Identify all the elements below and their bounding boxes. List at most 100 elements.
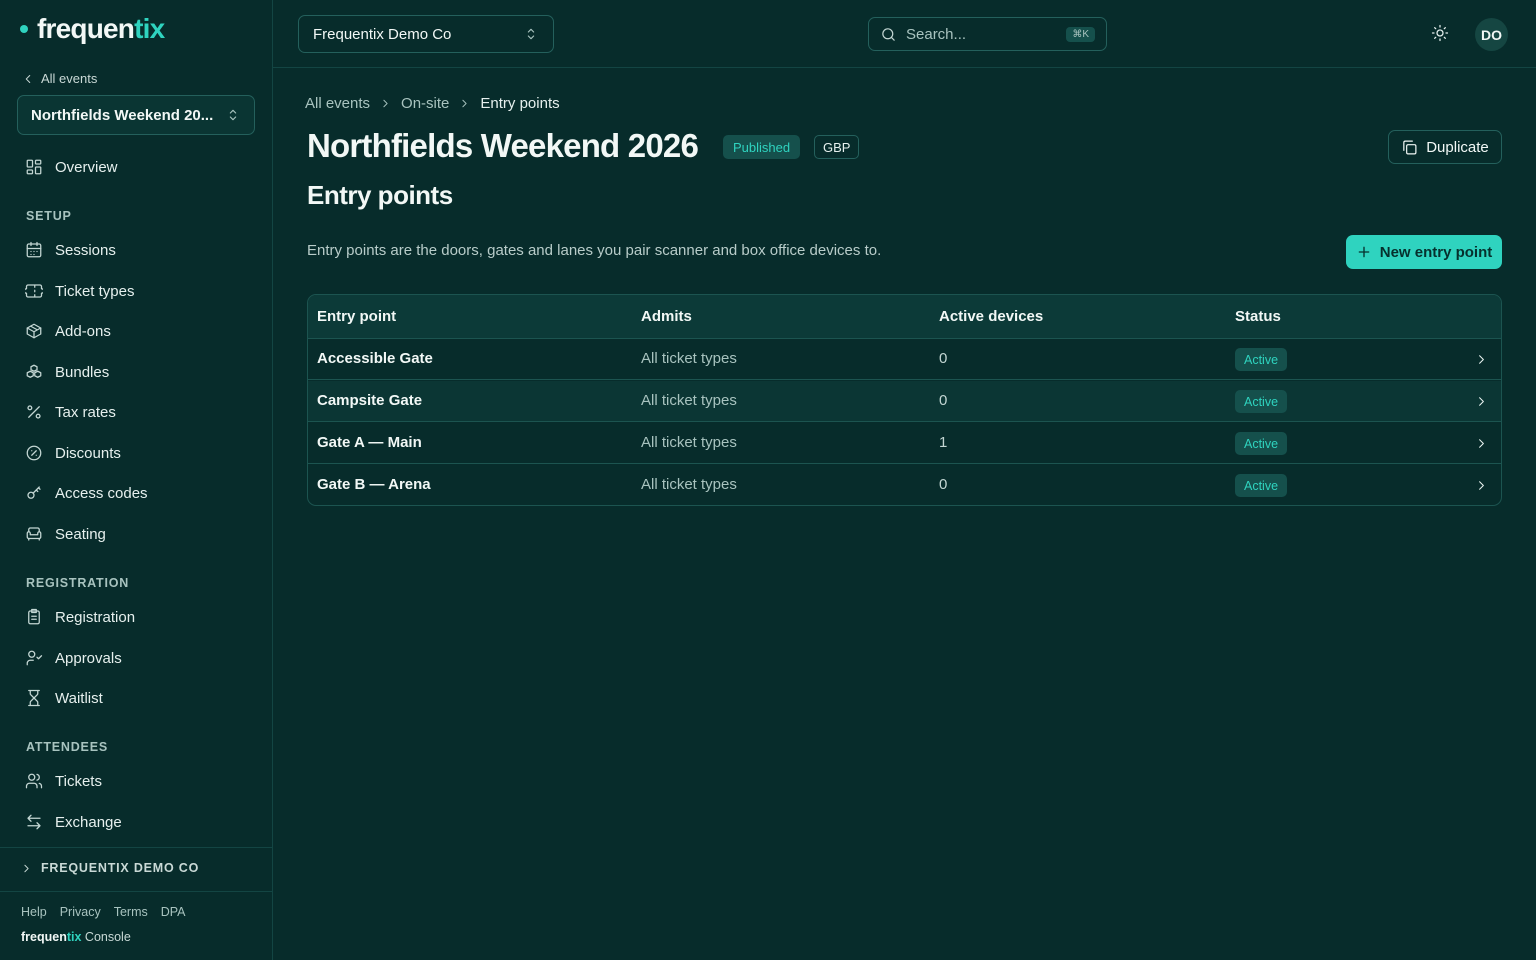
currency-badge: GBP <box>814 135 860 159</box>
status-badge: Active <box>1235 390 1288 413</box>
sidebar-item-sessions[interactable]: Sessions <box>25 241 116 259</box>
divider <box>0 847 272 848</box>
logo-text: frequentix <box>37 13 165 44</box>
organization-selector[interactable]: Frequentix Demo Co <box>298 15 554 53</box>
active-devices-value: 0 <box>939 476 948 493</box>
sidebar-item-seating[interactable]: Seating <box>25 525 106 543</box>
event-selector[interactable]: Northfields Weekend 20... <box>17 95 255 135</box>
back-to-all-events-link[interactable]: All events <box>21 71 97 86</box>
sun-icon <box>1431 24 1449 42</box>
admits-value: All ticket types <box>641 476 737 493</box>
sidebar-item-discounts[interactable]: Discounts <box>25 444 121 462</box>
organization-selector-label: Frequentix Demo Co <box>313 25 452 43</box>
sidebar-item-access-codes[interactable]: Access codes <box>25 484 148 502</box>
divider <box>0 891 272 892</box>
entry-points-table: Entry point Admits Active devices Status… <box>307 294 1502 506</box>
footer-links: Help Privacy Terms DPA <box>21 905 186 919</box>
sidebar-item-label: Tax rates <box>55 403 116 421</box>
clipboard-list-icon <box>28 608 40 625</box>
table-row[interactable]: Accessible Gate All ticket types 0 Activ… <box>308 339 1501 380</box>
column-header-status: Status <box>1235 308 1281 325</box>
nav-heading-registration: REGISTRATION <box>26 576 130 590</box>
event-selector-label: Northfields Weekend 20... <box>31 106 214 124</box>
chevron-right-icon <box>1474 352 1489 367</box>
sidebar-item-waitlist[interactable]: Waitlist <box>25 689 103 707</box>
section-description: Entry points are the doors, gates and la… <box>307 242 882 259</box>
admits-value: All ticket types <box>641 350 737 367</box>
footer-brand: frequentix Console <box>21 930 131 944</box>
badge-percent-icon <box>26 445 42 461</box>
sidebar-item-overview[interactable]: Overview <box>25 158 118 176</box>
sidebar-item-label: Approvals <box>55 649 122 667</box>
armchair-icon <box>26 527 42 541</box>
ticket-icon <box>25 284 43 298</box>
column-header-entry-point: Entry point <box>317 308 397 325</box>
user-check-icon <box>26 650 43 666</box>
sidebar-item-registration[interactable]: Registration <box>25 608 135 626</box>
active-devices-value: 0 <box>939 350 948 367</box>
user-avatar[interactable]: DO <box>1475 18 1508 51</box>
sidebar-item-tickets[interactable]: Tickets <box>25 772 102 790</box>
hourglass-icon <box>28 689 40 707</box>
duplicate-button[interactable]: Duplicate <box>1388 130 1502 164</box>
sidebar-item-label: Registration <box>55 608 136 626</box>
status-badge: Active <box>1235 474 1288 497</box>
column-header-admits: Admits <box>641 308 692 325</box>
breadcrumb-item-all-events[interactable]: All events <box>305 95 370 112</box>
top-bar: Frequentix Demo Co Search... ⌘K DO <box>273 0 1536 68</box>
package-icon <box>26 323 42 339</box>
entry-point-name: Campsite Gate <box>317 392 423 409</box>
theme-toggle-button[interactable] <box>1431 24 1449 42</box>
sidebar-item-label: Ticket types <box>55 282 135 300</box>
sidebar-item-ticket-types[interactable]: Ticket types <box>25 282 134 300</box>
new-entry-point-button[interactable]: New entry point <box>1346 235 1502 269</box>
boxes-icon <box>26 364 42 378</box>
search-placeholder: Search... <box>906 25 967 43</box>
sidebar: frequentix All events Northfields Weeken… <box>0 0 273 960</box>
chevron-left-icon <box>25 74 31 83</box>
back-link-label: All events <box>41 71 98 86</box>
table-row[interactable]: Gate B — Arena All ticket types 0 Active <box>308 465 1501 505</box>
plus-icon <box>1358 246 1370 258</box>
entry-point-name: Accessible Gate <box>317 350 433 367</box>
table-row[interactable]: Campsite Gate All ticket types 0 Active <box>308 381 1501 422</box>
sidebar-item-label: Access codes <box>55 484 148 502</box>
app-logo[interactable]: frequentix <box>20 13 165 45</box>
search-icon <box>882 27 895 41</box>
footer-link-terms[interactable]: Terms <box>114 905 148 919</box>
footer-link-privacy[interactable]: Privacy <box>60 905 101 919</box>
sidebar-item-tax-rates[interactable]: Tax rates <box>25 403 116 421</box>
org-section-toggle[interactable]: FREQUENTIX DEMO CO <box>20 861 199 875</box>
org-section-label: FREQUENTIX DEMO CO <box>41 861 200 875</box>
sidebar-item-bundles[interactable]: Bundles <box>25 363 109 381</box>
breadcrumb: All events On-site Entry points <box>305 95 560 112</box>
breadcrumb-item-on-site[interactable]: On-site <box>401 95 449 112</box>
search-input[interactable]: Search... ⌘K <box>868 17 1107 51</box>
sidebar-item-approvals[interactable]: Approvals <box>25 649 122 667</box>
status-badge: Active <box>1235 432 1288 455</box>
chevron-right-icon <box>1474 436 1489 451</box>
duplicate-button-label: Duplicate <box>1426 138 1489 156</box>
footer-link-dpa[interactable]: DPA <box>161 905 186 919</box>
sidebar-item-label: Bundles <box>55 363 110 381</box>
sidebar-item-exchange[interactable]: Exchange <box>25 813 122 831</box>
chevron-right-icon <box>1474 394 1489 409</box>
admits-value: All ticket types <box>641 392 737 409</box>
section-title: Entry points <box>307 180 453 210</box>
chevron-right-icon <box>383 99 388 108</box>
sidebar-item-add-ons[interactable]: Add-ons <box>25 322 111 340</box>
active-devices-value: 0 <box>939 392 948 409</box>
layout-dashboard-icon <box>26 159 42 175</box>
sidebar-item-label: Sessions <box>55 241 116 259</box>
active-devices-value: 1 <box>939 434 948 451</box>
chevron-up-down-icon <box>527 28 535 40</box>
table-row[interactable]: Gate A — Main All ticket types 1 Active <box>308 423 1501 464</box>
new-entry-point-label: New entry point <box>1379 243 1493 261</box>
percent-icon <box>27 405 41 419</box>
footer-link-help[interactable]: Help <box>21 905 47 919</box>
status-badge: Active <box>1235 348 1288 371</box>
status-badge: Published <box>723 135 801 159</box>
sidebar-item-label: Discounts <box>55 444 121 462</box>
copy-icon <box>1403 140 1417 154</box>
sidebar-item-label: Seating <box>55 525 106 543</box>
